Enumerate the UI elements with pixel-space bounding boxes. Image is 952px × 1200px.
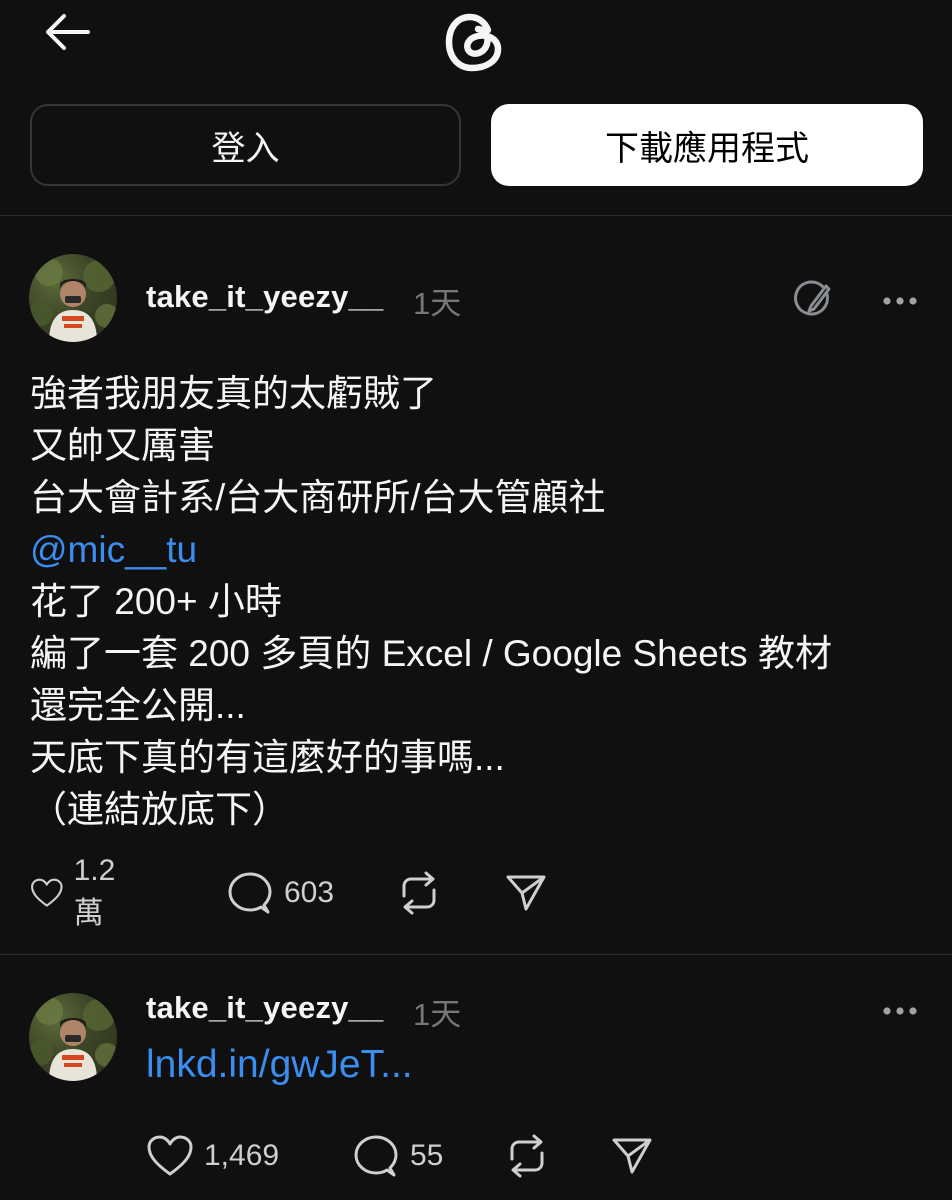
reply-count: 603	[284, 876, 335, 909]
post-text-line: 編了一套 200 多頁的 Excel / Google Sheets 教材	[30, 633, 832, 674]
post-time: 1天	[413, 286, 462, 321]
more-icon[interactable]	[882, 294, 918, 306]
reply-button[interactable]: 55	[352, 1131, 443, 1181]
heart-icon	[147, 1135, 193, 1176]
share-button[interactable]	[504, 868, 548, 918]
download-app-button[interactable]: 下載應用程式	[491, 104, 923, 186]
avatar[interactable]	[29, 993, 117, 1081]
username[interactable]: take_it_yeezy__	[146, 279, 383, 315]
auth-buttons: 登入 下載應用程式	[0, 102, 952, 188]
repost-button[interactable]	[396, 868, 442, 918]
arrow-left-icon[interactable]	[40, 10, 96, 54]
post-text-line: （連結放底下）	[30, 789, 289, 830]
repost-icon	[510, 1134, 544, 1178]
more-icon[interactable]	[882, 1004, 918, 1016]
avatar[interactable]	[29, 254, 117, 342]
post-link[interactable]: lnkd.in/gwJeT...	[146, 1043, 413, 1087]
like-count: 1.2 萬	[73, 854, 116, 930]
post-text-line: 台大會計系/台大商研所/台大管顧社	[30, 477, 606, 518]
comment-icon	[228, 872, 272, 914]
post-text-line: 強者我朋友真的太虧賊了	[30, 373, 437, 414]
post-time: 1天	[413, 997, 462, 1032]
post-text-line: 天底下真的有這麼好的事嗎...	[30, 737, 505, 778]
repost-icon	[402, 871, 436, 915]
thread-post: take_it_yeezy__ 1天 強者我朋友真的太虧賊了 又帥又厲害 台大會…	[0, 216, 952, 954]
send-icon	[506, 875, 546, 911]
post-text-line: 花了 200+ 小時	[30, 581, 282, 622]
thread-reply-post: take_it_yeezy__ 1天 lnkd.in/gwJeT... 1,46…	[0, 955, 952, 1200]
post-body: 強者我朋友真的太虧賊了 又帥又厲害 台大會計系/台大商研所/台大管顧社 @mic…	[30, 368, 930, 836]
username[interactable]: take_it_yeezy__	[146, 990, 383, 1026]
like-count: 1,469	[204, 1139, 280, 1172]
repost-button[interactable]	[504, 1131, 550, 1181]
mention-link[interactable]: @mic__tu	[30, 524, 930, 576]
like-button[interactable]: 1.2 萬	[30, 854, 130, 930]
threads-logo-icon[interactable]	[438, 6, 514, 78]
comment-icon	[354, 1135, 398, 1177]
send-icon	[612, 1138, 652, 1174]
like-button[interactable]: 1,469	[146, 1131, 279, 1181]
share-button[interactable]	[610, 1131, 654, 1181]
reply-count: 55	[410, 1139, 444, 1172]
reply-button[interactable]: 603	[226, 868, 334, 918]
login-button[interactable]: 登入	[30, 104, 461, 186]
heart-icon	[31, 878, 63, 907]
post-text-line: 又帥又厲害	[30, 425, 215, 466]
edit-icon[interactable]	[792, 280, 834, 322]
post-text-line: 還完全公開...	[30, 685, 246, 726]
top-bar	[0, 0, 952, 95]
